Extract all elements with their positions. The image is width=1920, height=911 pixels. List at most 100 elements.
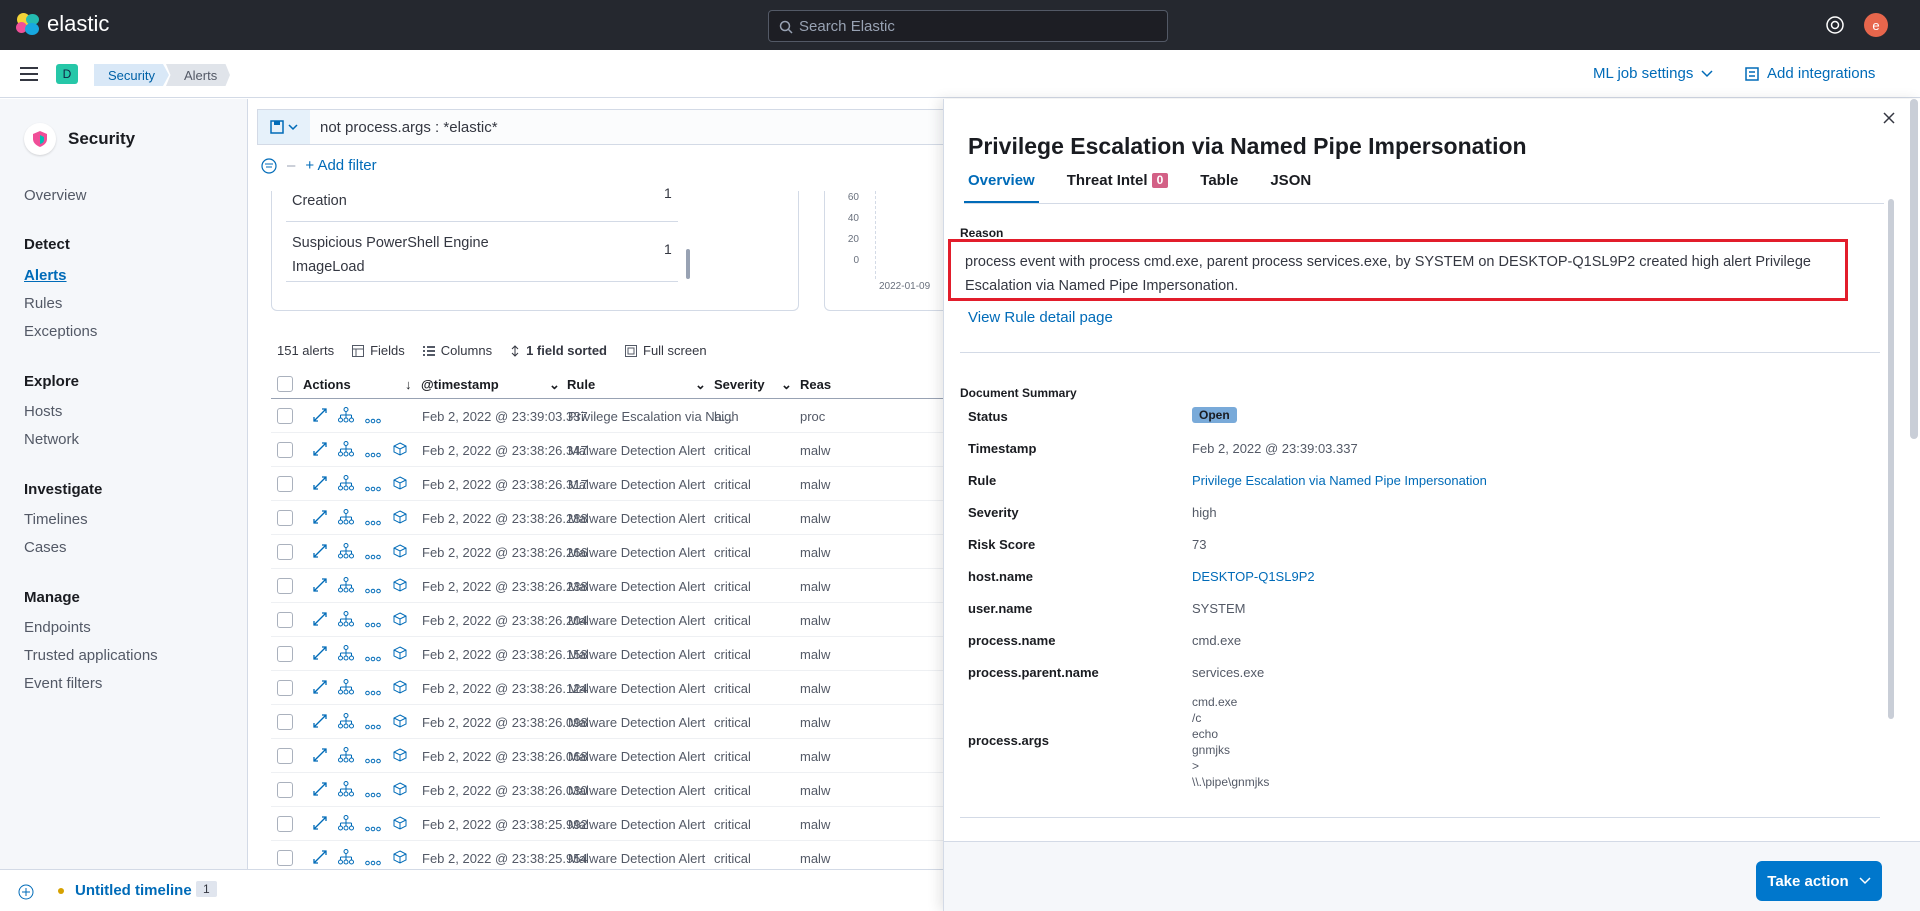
add-timeline-icon[interactable] <box>18 884 34 900</box>
full-screen-button[interactable]: Full screen <box>625 343 707 358</box>
analyze-event-icon[interactable] <box>338 645 354 664</box>
view-rule-detail-link[interactable]: View Rule detail page <box>968 309 1113 326</box>
analyze-event-icon[interactable] <box>338 407 354 426</box>
analyze-event-icon[interactable] <box>338 509 354 528</box>
sort-button[interactable]: 1 field sorted <box>510 343 607 358</box>
table-row[interactable]: Feb 2, 2022 @ 23:38:26.124 Malware Detect… <box>271 671 991 705</box>
more-actions-icon[interactable] <box>365 582 381 597</box>
expand-icon[interactable] <box>313 442 327 459</box>
analyze-event-icon[interactable] <box>338 781 354 800</box>
help-icon[interactable] <box>1825 15 1845 35</box>
expand-icon[interactable] <box>313 680 327 697</box>
panel-scrollbar[interactable] <box>686 249 690 279</box>
analyze-event-icon[interactable] <box>338 815 354 834</box>
more-actions-icon[interactable] <box>365 616 381 631</box>
query-text[interactable]: not process.args : *elastic* <box>310 119 498 136</box>
fields-button[interactable]: Fields <box>352 343 405 358</box>
expand-icon[interactable] <box>313 816 327 833</box>
more-actions-icon[interactable] <box>365 650 381 665</box>
tab-threat-intel[interactable]: Threat Intel 0 <box>1063 172 1173 203</box>
sidebar-item-hosts[interactable]: Hosts <box>24 403 62 420</box>
sidebar-item-trusted-applications[interactable]: Trusted applications <box>24 647 158 664</box>
row-checkbox[interactable] <box>277 850 293 866</box>
table-row[interactable]: Feb 2, 2022 @ 23:38:26.266 Malware Detect… <box>271 535 991 569</box>
chevron-down-icon[interactable]: ⌄ <box>549 377 560 393</box>
more-actions-icon[interactable] <box>365 548 381 563</box>
row-checkbox[interactable] <box>277 476 293 492</box>
table-row[interactable]: Feb 2, 2022 @ 23:39:03.337 Privilege Esca… <box>271 399 991 433</box>
global-search-input[interactable]: Search Elastic <box>768 10 1168 42</box>
elastic-logo[interactable]: elastic <box>15 11 109 37</box>
chevron-down-icon[interactable]: ⌄ <box>781 377 792 393</box>
row-checkbox[interactable] <box>277 646 293 662</box>
row-checkbox[interactable] <box>277 748 293 764</box>
more-actions-icon[interactable] <box>365 854 381 869</box>
tab-json[interactable]: JSON <box>1266 172 1315 203</box>
analyze-event-icon[interactable] <box>338 849 354 868</box>
table-row[interactable]: Feb 2, 2022 @ 23:38:26.288 Malware Detect… <box>271 501 991 535</box>
session-view-icon[interactable] <box>393 714 407 731</box>
table-row[interactable]: Feb 2, 2022 @ 23:38:26.204 Malware Detect… <box>271 603 991 637</box>
column-reason[interactable]: Reas <box>800 377 831 392</box>
row-checkbox[interactable] <box>277 408 293 424</box>
table-row[interactable]: Feb 2, 2022 @ 23:38:25.992 Malware Detect… <box>271 807 991 841</box>
session-view-icon[interactable] <box>393 612 407 629</box>
row-checkbox[interactable] <box>277 612 293 628</box>
table-row[interactable]: Feb 2, 2022 @ 23:38:26.238 Malware Detect… <box>271 569 991 603</box>
expand-icon[interactable] <box>313 408 327 425</box>
expand-icon[interactable] <box>313 510 327 527</box>
query-bar[interactable]: not process.args : *elastic* <box>257 109 957 145</box>
close-icon[interactable] <box>1882 111 1896 125</box>
row-checkbox[interactable] <box>277 816 293 832</box>
session-view-icon[interactable] <box>393 680 407 697</box>
expand-icon[interactable] <box>313 714 327 731</box>
table-row[interactable]: Feb 2, 2022 @ 23:38:26.347 Malware Detect… <box>271 433 991 467</box>
row-rule[interactable]: Malware Detection Alert <box>568 613 705 628</box>
table-row[interactable]: Feb 2, 2022 @ 23:38:26.158 Malware Detect… <box>271 637 991 671</box>
row-checkbox[interactable] <box>277 510 293 526</box>
more-actions-icon[interactable] <box>365 684 381 699</box>
session-view-icon[interactable] <box>393 442 407 459</box>
session-view-icon[interactable] <box>393 850 407 867</box>
more-actions-icon[interactable] <box>365 514 381 529</box>
session-view-icon[interactable] <box>393 816 407 833</box>
expand-icon[interactable] <box>313 782 327 799</box>
tab-overview[interactable]: Overview <box>964 172 1039 203</box>
analyze-event-icon[interactable] <box>338 679 354 698</box>
chevron-down-icon[interactable]: ⌄ <box>695 377 706 393</box>
row-checkbox[interactable] <box>277 578 293 594</box>
more-actions-icon[interactable] <box>365 718 381 733</box>
sidebar-item-exceptions[interactable]: Exceptions <box>24 323 97 340</box>
sidebar-item-overview[interactable]: Overview <box>24 187 87 204</box>
expand-icon[interactable] <box>313 646 327 663</box>
row-rule[interactable]: Malware Detection Alert <box>568 681 705 696</box>
more-actions-icon[interactable] <box>365 480 381 495</box>
analyze-event-icon[interactable] <box>338 713 354 732</box>
add-filter-button[interactable]: + Add filter <box>305 157 376 174</box>
session-view-icon[interactable] <box>393 476 407 493</box>
status-badge[interactable]: Open <box>1192 407 1237 423</box>
row-rule[interactable]: Malware Detection Alert <box>568 647 705 662</box>
menu-icon[interactable] <box>20 67 38 81</box>
row-checkbox[interactable] <box>277 442 293 458</box>
page-scrollbar[interactable] <box>1910 99 1918 439</box>
row-rule[interactable]: Malware Detection Alert <box>568 749 705 764</box>
flyout-scrollbar[interactable] <box>1888 199 1894 719</box>
sidebar-item-timelines[interactable]: Timelines <box>24 511 88 528</box>
table-row[interactable]: Feb 2, 2022 @ 23:38:26.068 Malware Detect… <box>271 739 991 773</box>
untitled-timeline-link[interactable]: Untitled timeline <box>75 882 192 899</box>
columns-button[interactable]: Columns <box>422 343 492 358</box>
analyze-event-icon[interactable] <box>338 475 354 494</box>
breadcrumb-security[interactable]: Security <box>94 64 169 86</box>
row-rule[interactable]: Malware Detection Alert <box>568 545 705 560</box>
analyze-event-icon[interactable] <box>338 747 354 766</box>
row-rule[interactable]: Malware Detection Alert <box>568 783 705 798</box>
column-rule[interactable]: Rule <box>567 377 595 392</box>
more-actions-icon[interactable] <box>365 412 381 427</box>
analyze-event-icon[interactable] <box>338 577 354 596</box>
sidebar-item-network[interactable]: Network <box>24 431 79 448</box>
session-view-icon[interactable] <box>393 544 407 561</box>
sidebar-item-alerts[interactable]: Alerts <box>24 267 67 284</box>
tab-table[interactable]: Table <box>1196 172 1242 203</box>
space-avatar[interactable]: D <box>56 64 78 84</box>
